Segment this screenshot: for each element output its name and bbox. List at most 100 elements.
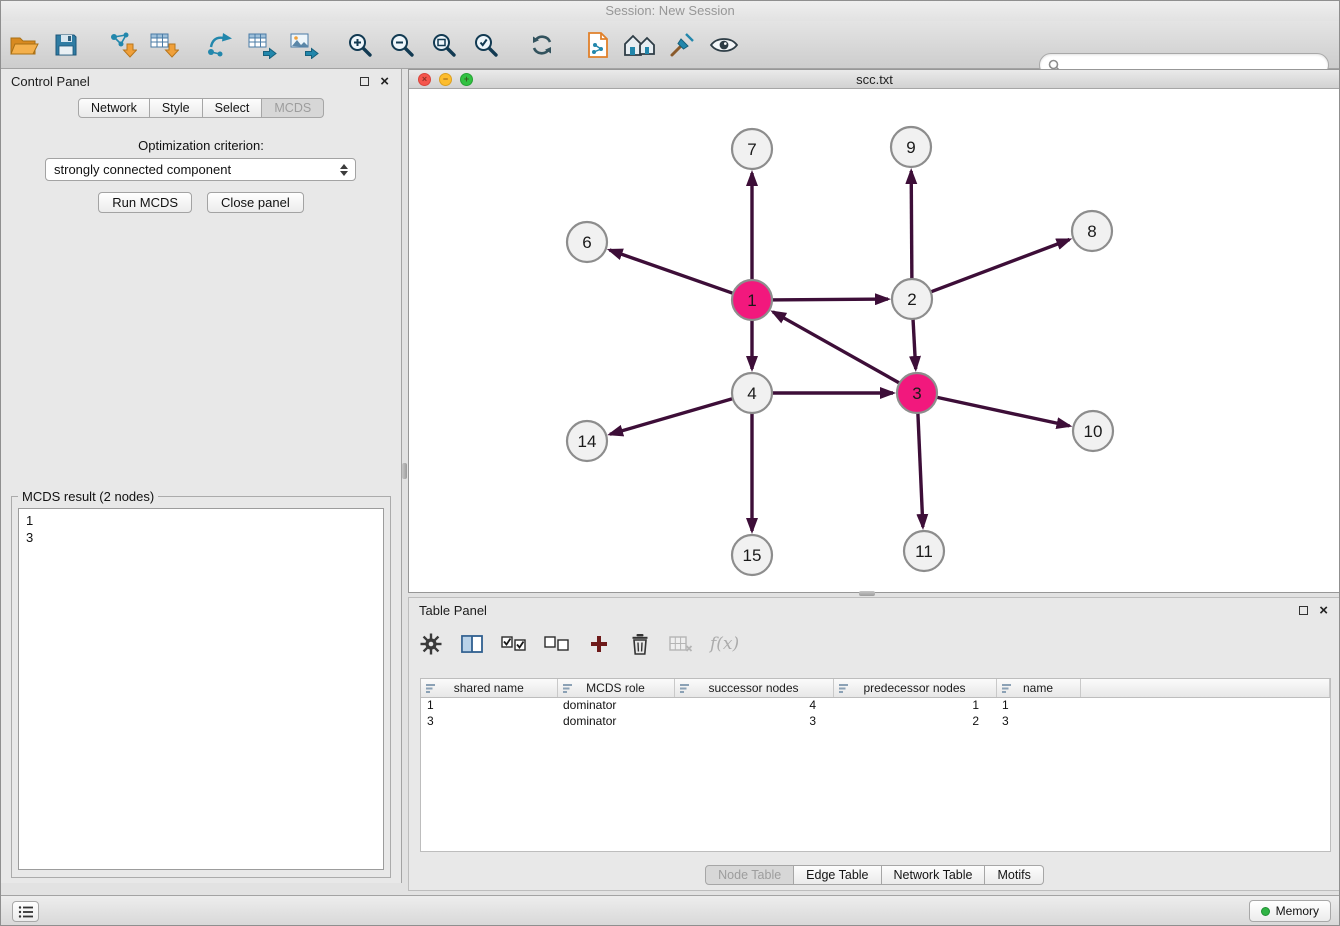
select-all-rows-button[interactable] <box>501 630 527 658</box>
edge-1-2[interactable] <box>768 299 888 300</box>
column-header-shared-name[interactable]: shared name <box>421 679 557 697</box>
node-table: shared nameMCDS rolesuccessor nodesprede… <box>420 678 1331 852</box>
tab-edge-table[interactable]: Edge Table <box>794 865 881 885</box>
control-panel-close-button[interactable]: × <box>380 77 389 86</box>
window-close-button[interactable]: × <box>418 73 431 86</box>
delete-columns-button <box>669 630 693 658</box>
memory-label: Memory <box>1276 904 1319 918</box>
tab-style[interactable]: Style <box>150 98 203 118</box>
cell-successor-nodes: 4 <box>674 697 833 713</box>
panel-menu-button[interactable] <box>12 901 39 922</box>
cell-mcds-role: dominator <box>557 713 674 729</box>
tab-select[interactable]: Select <box>203 98 263 118</box>
trash-icon <box>630 633 650 655</box>
memory-status-icon <box>1261 907 1270 916</box>
open-network-document-button[interactable] <box>577 24 619 66</box>
control-panel-tabs: NetworkStyleSelectMCDS <box>78 98 324 118</box>
refresh-view-button[interactable] <box>521 24 563 66</box>
control-panel-float-button[interactable] <box>360 77 369 86</box>
add-row-button[interactable] <box>587 630 611 658</box>
network-share-icon <box>205 31 235 59</box>
network-graph[interactable]: 7968124314101511 <box>409 89 1340 592</box>
table-panel-float-button[interactable] <box>1299 606 1308 615</box>
control-panel-title: Control Panel <box>11 74 90 89</box>
toggle-columns-button[interactable] <box>460 630 484 658</box>
import-table-icon <box>149 31 179 59</box>
houses-icon <box>622 32 658 58</box>
run-mcds-button[interactable]: Run MCDS <box>98 192 192 213</box>
delete-rows-button[interactable] <box>628 630 652 658</box>
zoom-in-button[interactable] <box>339 24 381 66</box>
table-row[interactable]: 1dominator411 <box>421 697 1330 713</box>
cell-predecessor-nodes: 2 <box>833 713 996 729</box>
zoom-selected-button[interactable] <box>465 24 507 66</box>
zoom-out-icon <box>389 32 415 58</box>
open-session-button[interactable] <box>3 24 45 66</box>
window-maximize-button[interactable]: + <box>460 73 473 86</box>
import-network-button[interactable] <box>101 24 143 66</box>
tab-mcds[interactable]: MCDS <box>262 98 324 118</box>
plus-icon <box>589 634 609 654</box>
edge-3-11[interactable] <box>918 409 923 527</box>
deselect-all-rows-button[interactable] <box>544 630 570 658</box>
delete-column-icon <box>669 635 693 653</box>
result-line: 1 <box>26 512 376 529</box>
close-panel-button[interactable]: Close panel <box>207 192 304 213</box>
import-network-icon <box>107 31 137 59</box>
deselect-all-icon <box>544 636 570 652</box>
window-minimize-button[interactable]: − <box>439 73 452 86</box>
edge-1-6[interactable] <box>610 250 737 295</box>
graph-node-label-10: 10 <box>1084 422 1103 441</box>
apply-style-button[interactable] <box>661 24 703 66</box>
zoom-fit-button[interactable] <box>423 24 465 66</box>
column-header-name[interactable]: name <box>996 679 1080 697</box>
horizontal-splitter-grip[interactable] <box>859 591 875 596</box>
export-table-button[interactable] <box>241 24 283 66</box>
column-header-predecessor-nodes[interactable]: predecessor nodes <box>833 679 996 697</box>
edge-3-10[interactable] <box>933 396 1070 426</box>
memory-button[interactable]: Memory <box>1249 900 1331 922</box>
save-session-button[interactable] <box>45 24 87 66</box>
edge-2-9[interactable] <box>911 171 912 283</box>
tab-motifs[interactable]: Motifs <box>985 865 1043 885</box>
main-toolbar <box>1 21 1339 69</box>
save-icon <box>53 32 79 58</box>
criterion-dropdown-value: strongly connected component <box>46 162 337 177</box>
edge-2-8[interactable] <box>927 240 1070 294</box>
fx-icon: f(x) <box>710 634 739 654</box>
export-image-button[interactable] <box>283 24 325 66</box>
network-window-title: scc.txt <box>856 72 893 87</box>
column-header-mcds-role[interactable]: MCDS role <box>557 679 674 697</box>
graph-node-label-7: 7 <box>747 140 756 159</box>
vertical-splitter-grip[interactable] <box>402 463 407 479</box>
mcds-result-list[interactable]: 13 <box>18 508 384 870</box>
column-settings-button[interactable] <box>419 630 443 658</box>
zoom-in-icon <box>347 32 373 58</box>
export-table-icon <box>247 31 277 59</box>
zoom-selected-icon <box>473 32 499 58</box>
edge-4-14[interactable] <box>610 398 737 435</box>
import-table-button[interactable] <box>143 24 185 66</box>
column-header-filler <box>1080 679 1330 697</box>
new-network-button[interactable] <box>199 24 241 66</box>
tab-network[interactable]: Network <box>78 98 150 118</box>
column-header-successor-nodes[interactable]: successor nodes <box>674 679 833 697</box>
network-view-window: × − + scc.txt 7968124314101511 <box>408 69 1340 593</box>
show-hide-graphics-button[interactable] <box>703 24 745 66</box>
edge-2-3[interactable] <box>913 315 916 369</box>
criterion-dropdown[interactable]: strongly connected component <box>45 158 356 181</box>
first-neighbors-button[interactable] <box>619 24 661 66</box>
zoom-out-button[interactable] <box>381 24 423 66</box>
edge-3-1[interactable] <box>773 312 903 385</box>
table-panel: Table Panel × <box>408 597 1340 891</box>
table-panel-close-button[interactable]: × <box>1319 606 1328 615</box>
table-row[interactable]: 3dominator323 <box>421 713 1330 729</box>
tab-network-table[interactable]: Network Table <box>882 865 986 885</box>
node-table-header-row: shared nameMCDS rolesuccessor nodesprede… <box>421 679 1330 697</box>
sort-icon <box>426 683 437 697</box>
cell-mcds-role: dominator <box>557 697 674 713</box>
tab-node-table[interactable]: Node Table <box>705 865 794 885</box>
document-network-icon <box>586 31 610 59</box>
cell-name: 1 <box>996 697 1080 713</box>
application-window: Session: New Session <box>0 0 1340 926</box>
